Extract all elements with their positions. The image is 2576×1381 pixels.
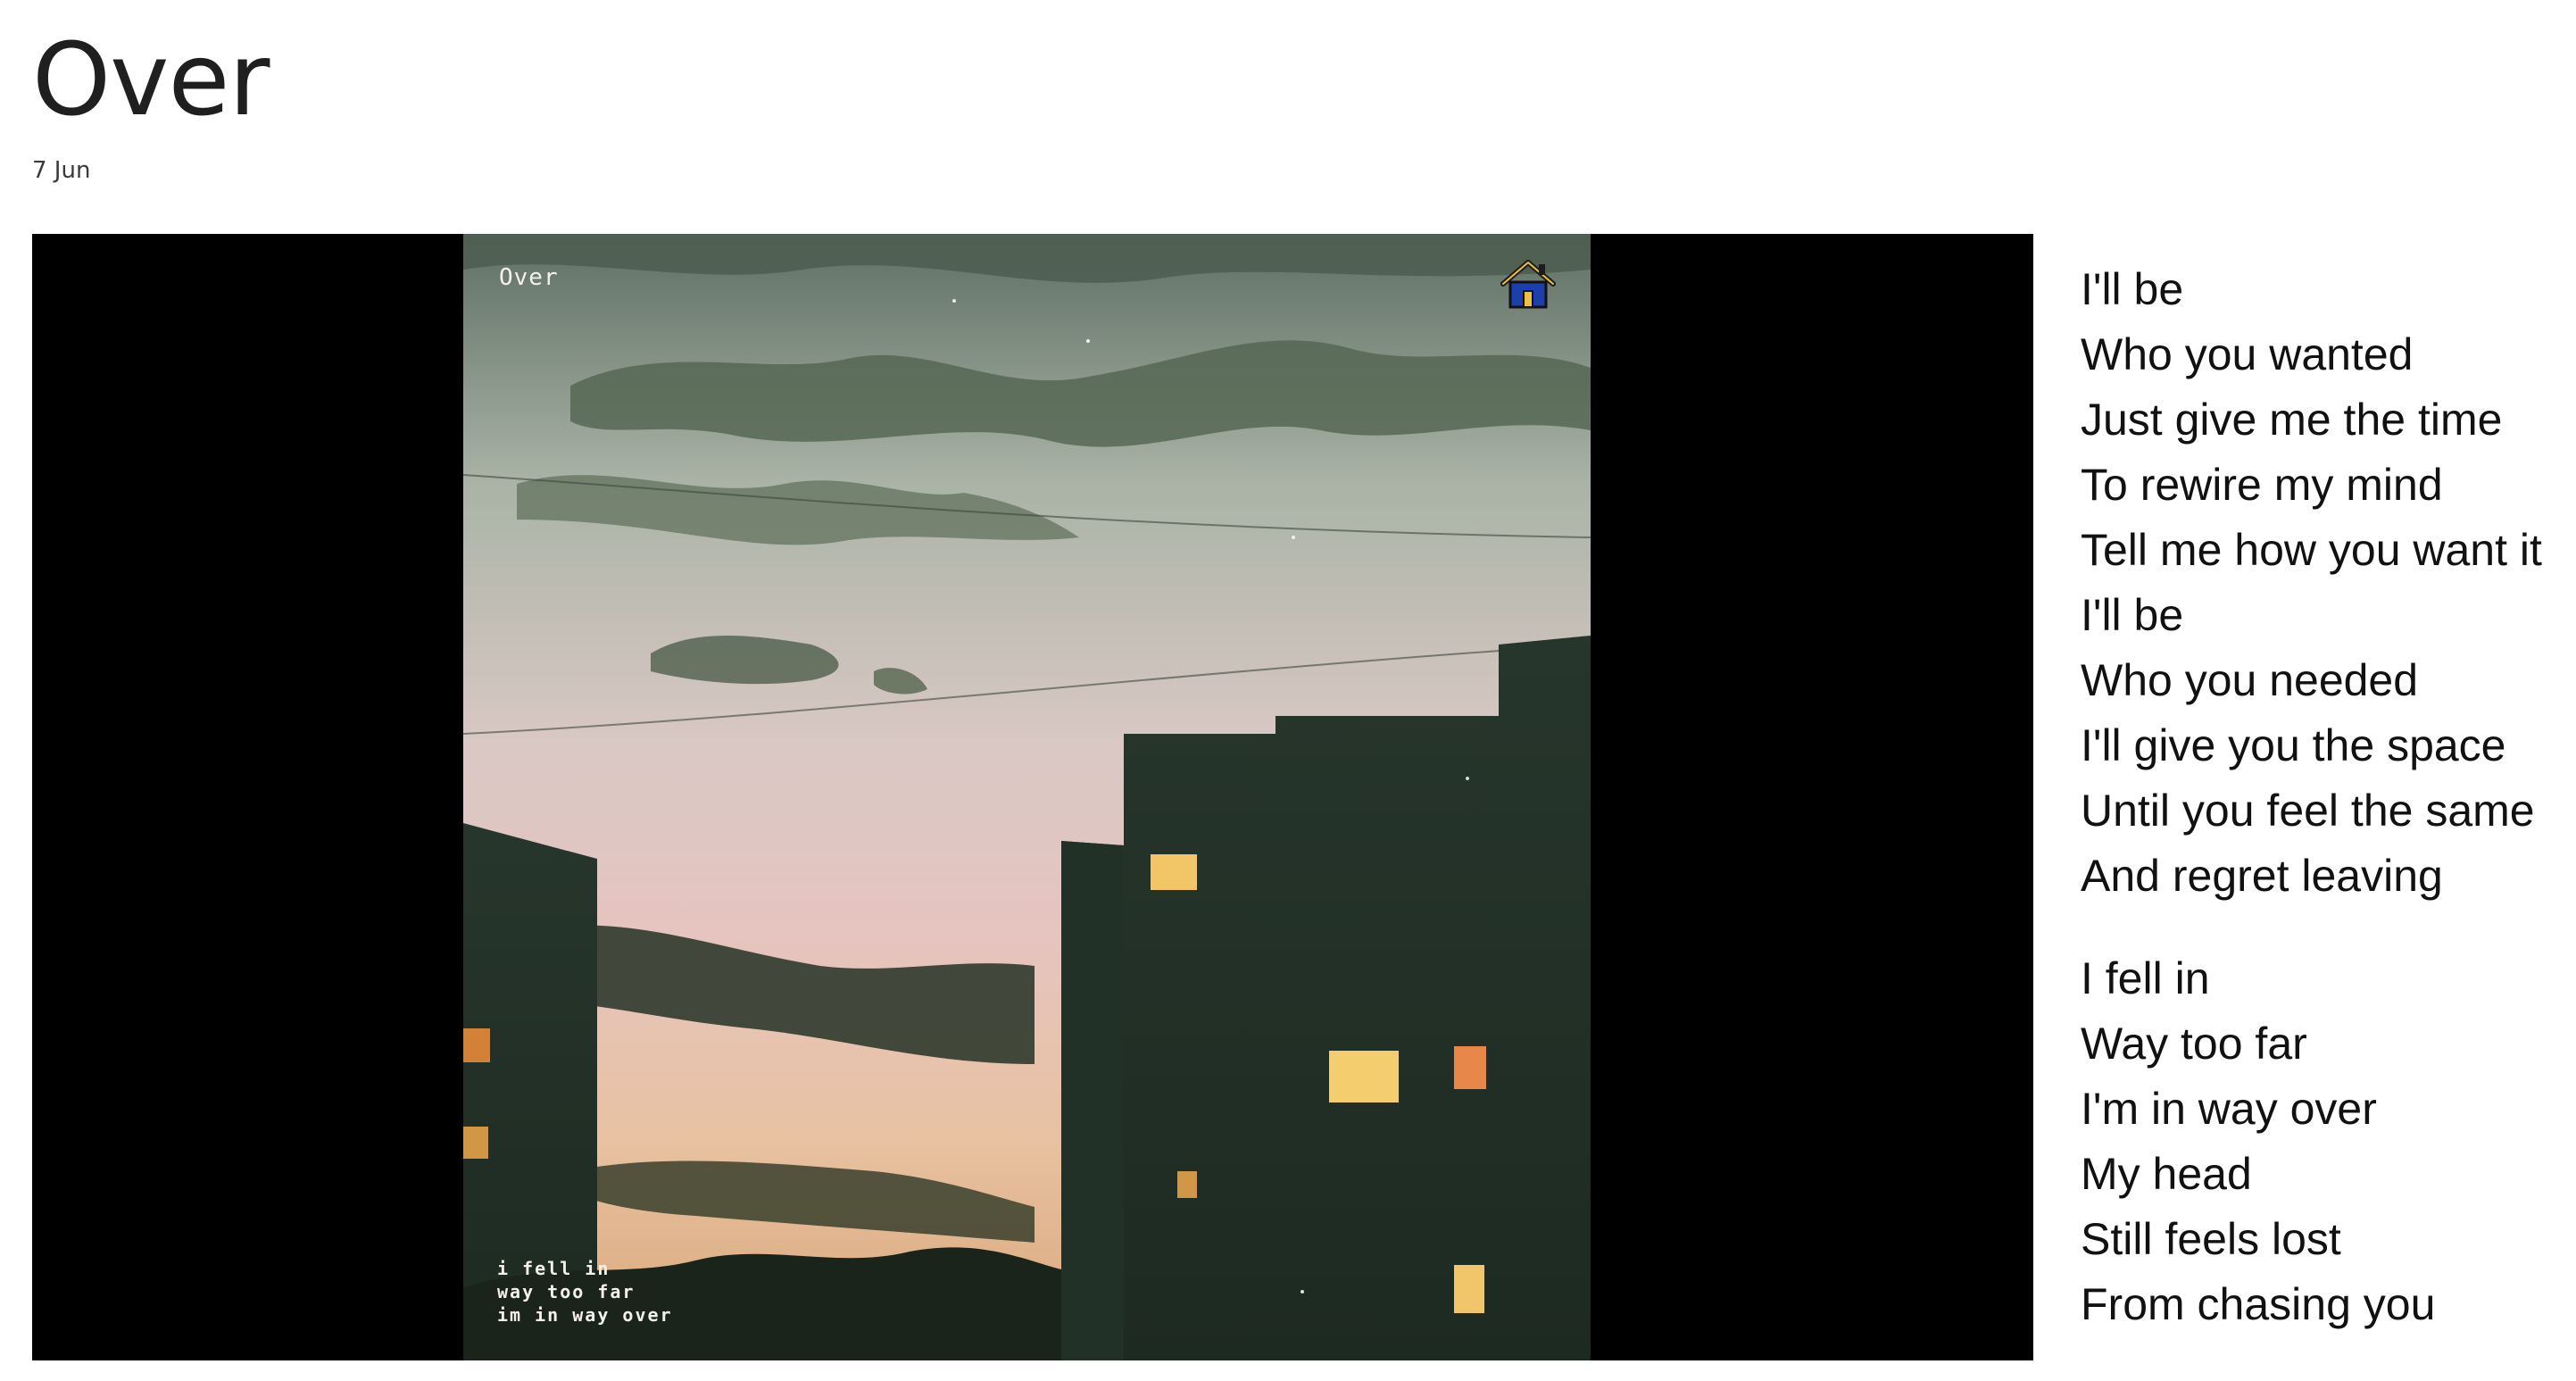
lyric-line: Way too far	[2081, 1019, 2307, 1069]
lyric-line: Who you needed	[2081, 655, 2419, 705]
lyric-line: To rewire my mind	[2081, 460, 2443, 510]
lyric-line: I'm in way over	[2081, 1084, 2377, 1134]
post-page: Over 7 Jun Over i fell in way too far im…	[0, 0, 2576, 1381]
lyric-line: I'll be	[2081, 264, 2184, 314]
caption-line: im in way over	[497, 1304, 673, 1326]
caption-line: way too far	[497, 1281, 636, 1302]
post-title: Over	[32, 22, 270, 138]
lyrics-stanza-2: I fell in Way too far I'm in way over My…	[2081, 946, 2563, 1337]
lyric-line: From chasing you	[2081, 1279, 2436, 1329]
sunset-buildings-image	[463, 234, 1591, 1360]
overlay-title: Over	[499, 264, 559, 291]
lyrics-stanza-1: I'll be Who you wanted Just give me the …	[2081, 257, 2563, 909]
lyric-line: I fell in	[2081, 953, 2210, 1003]
lyric-line: Still feels lost	[2081, 1214, 2341, 1264]
lyric-line: Who you wanted	[2081, 329, 2414, 379]
lyric-line: Just give me the time	[2081, 395, 2503, 445]
lyric-line: Until you feel the same	[2081, 786, 2535, 836]
lyrics-panel: I'll be Who you wanted Just give me the …	[2081, 257, 2563, 1375]
lyric-line: I'll give you the space	[2081, 720, 2506, 770]
album-artwork: Over i fell in way too far im in way ove…	[463, 234, 1591, 1360]
overlay-caption: i fell in way too far im in way over	[497, 1257, 673, 1327]
house-icon	[1500, 257, 1557, 311]
lyric-line: My head	[2081, 1149, 2252, 1199]
lyric-line: Tell me how you want it	[2081, 525, 2542, 575]
video-player[interactable]: Over i fell in way too far im in way ove…	[32, 234, 2033, 1360]
lyric-line: And regret leaving	[2081, 851, 2443, 901]
post-date: 7 Jun	[32, 157, 91, 184]
lyric-line: I'll be	[2081, 590, 2184, 640]
caption-line: i fell in	[497, 1258, 611, 1279]
